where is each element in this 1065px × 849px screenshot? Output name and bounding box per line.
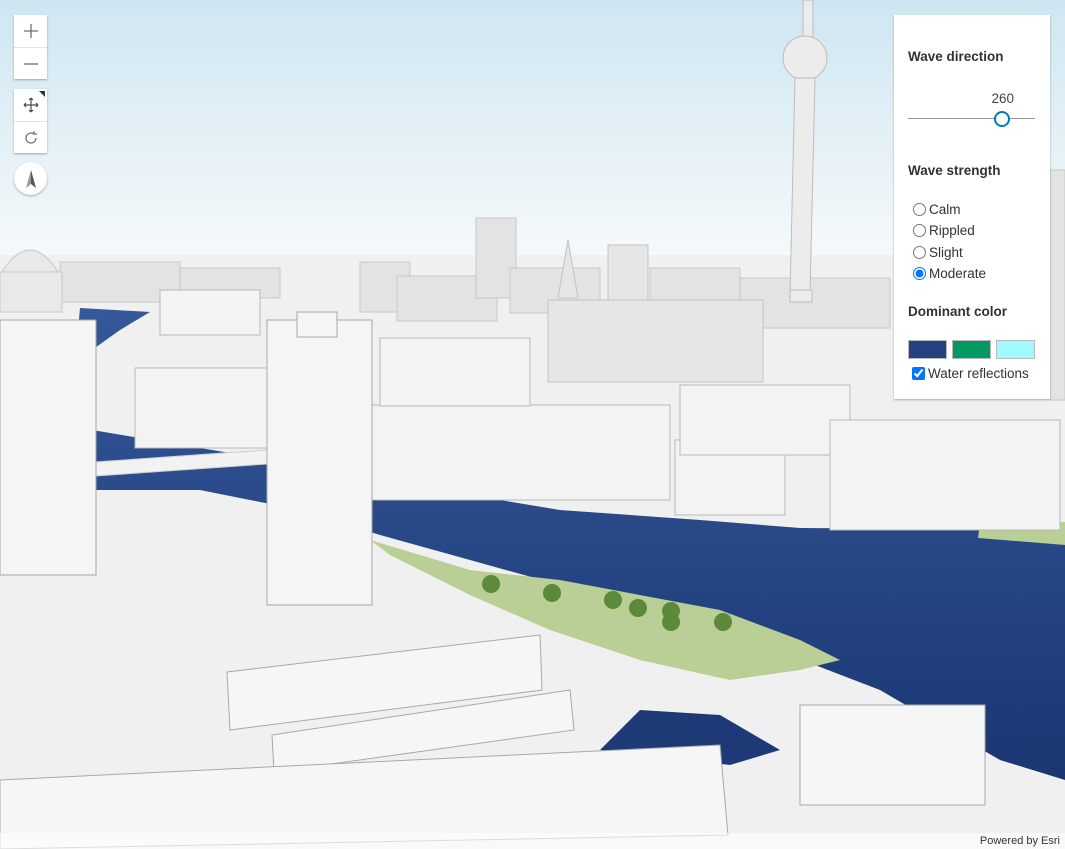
zoom-controls <box>14 15 47 79</box>
color-swatch-blue[interactable] <box>908 340 947 359</box>
radio-slight-input[interactable] <box>913 246 926 259</box>
radio-moderate[interactable]: Moderate <box>913 266 986 281</box>
wave-direction-slider-thumb[interactable] <box>994 111 1010 127</box>
esri-attribution[interactable]: Powered by Esri <box>0 833 1065 849</box>
radio-moderate-input[interactable] <box>913 267 926 280</box>
water-reflections-label: Water reflections <box>928 366 1029 381</box>
radio-rippled-label: Rippled <box>929 223 975 238</box>
compass-needle-icon <box>25 169 36 188</box>
radio-slight[interactable]: Slight <box>913 245 963 260</box>
navigation-mode-controls <box>14 89 47 153</box>
color-swatch-green[interactable] <box>952 340 991 359</box>
radio-moderate-label: Moderate <box>929 266 987 281</box>
water-reflections-toggle[interactable]: Water reflections <box>912 366 1029 381</box>
minus-icon <box>23 62 38 65</box>
radio-rippled-input[interactable] <box>913 224 926 237</box>
wave-direction-slider-track[interactable] <box>908 118 1035 119</box>
pan-button[interactable] <box>14 89 47 121</box>
zoom-in-button[interactable] <box>14 15 47 47</box>
radio-calm-input[interactable] <box>913 203 926 216</box>
radio-calm[interactable]: Calm <box>913 202 961 217</box>
rotate-button[interactable] <box>14 121 47 153</box>
wave-direction-value: 260 <box>991 91 1014 106</box>
active-indicator <box>39 91 45 97</box>
dominant-color-title: Dominant color <box>908 304 1008 319</box>
wave-settings-panel: Wave direction 260 Wave strength Calm Ri… <box>894 15 1050 399</box>
move-icon <box>23 97 38 113</box>
radio-slight-label: Slight <box>929 245 963 260</box>
radio-calm-label: Calm <box>929 202 961 217</box>
wave-strength-title: Wave strength <box>908 163 1001 178</box>
compass-button[interactable] <box>14 162 47 195</box>
zoom-out-button[interactable] <box>14 47 47 79</box>
wave-direction-title: Wave direction <box>908 49 1004 64</box>
water-reflections-checkbox[interactable] <box>912 367 925 380</box>
color-swatch-cyan[interactable] <box>996 340 1035 359</box>
rotate-icon <box>24 130 37 144</box>
radio-rippled[interactable]: Rippled <box>913 223 975 238</box>
plus-icon <box>23 24 38 38</box>
